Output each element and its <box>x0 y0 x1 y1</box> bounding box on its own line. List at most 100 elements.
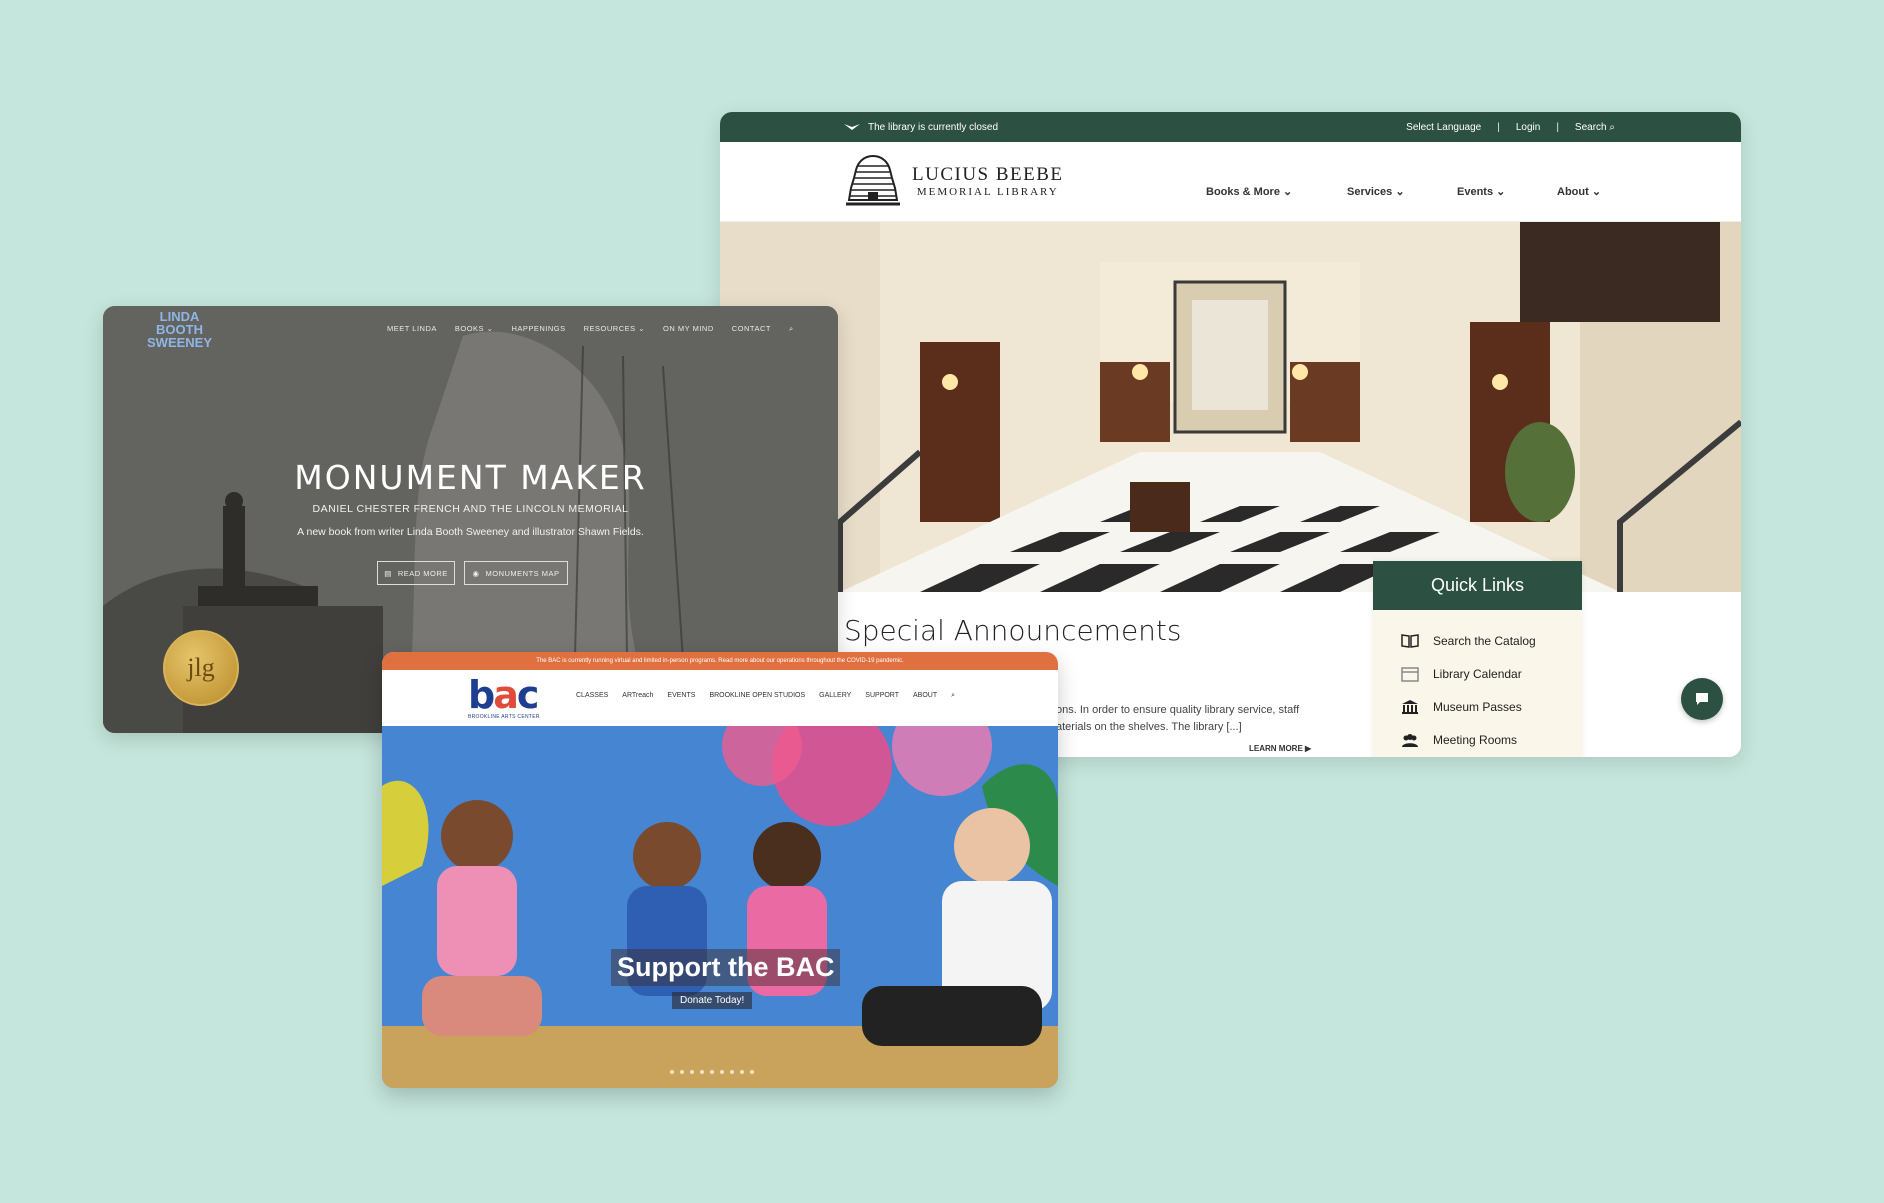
chevron-down-icon: ⌄ <box>1283 186 1293 198</box>
login-link[interactable]: Login <box>1516 122 1540 133</box>
monuments-map-button[interactable]: ◉ MONUMENTS MAP <box>464 561 568 585</box>
announcement-excerpt: ons. In order to ensure quality library … <box>1056 702 1316 736</box>
quick-links-panel: Quick Links Search the Catalog Library C… <box>1373 561 1582 757</box>
quick-links-title: Quick Links <box>1373 561 1582 610</box>
carousel-dot[interactable] <box>670 1070 674 1074</box>
nav-books-more[interactable]: Books & More ⌄ <box>1206 185 1347 198</box>
nav-events[interactable]: EVENTS <box>667 692 695 700</box>
linda-nav: MEET LINDA BOOKS ⌄ HAPPENINGS RESOURCES … <box>387 324 794 334</box>
carousel-dot[interactable] <box>700 1070 704 1074</box>
nav-meet-linda[interactable]: MEET LINDA <box>387 324 437 334</box>
hero-description: A new book from writer Linda Booth Sween… <box>297 526 644 538</box>
divider: | <box>1497 121 1500 133</box>
carousel-dot[interactable] <box>690 1070 694 1074</box>
divider: | <box>1556 121 1559 133</box>
select-language-link[interactable]: Select Language <box>1406 122 1481 133</box>
logo-letter: a <box>493 673 519 717</box>
quick-link-museum-passes[interactable]: Museum Passes <box>1401 690 1582 723</box>
logo-letter: b <box>468 673 495 717</box>
library-top-bar: The library is currently closed Select L… <box>720 112 1741 142</box>
nav-resources[interactable]: RESOURCES ⌄ <box>584 324 645 334</box>
bac-tagline: BROOKLINE ARTS CENTER <box>468 714 540 720</box>
chevron-down-icon: ⌄ <box>486 324 494 333</box>
nav-gallery[interactable]: GALLERY <box>819 692 851 700</box>
bird-icon <box>844 124 860 130</box>
nav-services[interactable]: Services ⌄ <box>1347 185 1457 198</box>
carousel-dot[interactable] <box>680 1070 684 1074</box>
nav-happenings[interactable]: HAPPENINGS <box>511 324 565 334</box>
nav-label: BOOKS <box>454 324 485 333</box>
hero-headline: Support the BAC <box>611 949 841 986</box>
chat-bubble-icon <box>1696 693 1708 705</box>
announcement-line: ons. In order to ensure quality library … <box>1056 704 1300 716</box>
nav-label: Services <box>1347 186 1393 198</box>
library-header: LUCIUS BEEBE MEMORIAL LIBRARY Books & Mo… <box>720 142 1741 222</box>
nav-label: RESOURCES <box>583 324 636 333</box>
globe-icon: ◉ <box>472 568 480 578</box>
bac-nav: CLASSES ARTreach EVENTS BROOKLINE OPEN S… <box>576 692 955 700</box>
carousel-dot[interactable] <box>720 1070 724 1074</box>
quick-link-label: Library Calendar <box>1433 666 1522 681</box>
covid-banner[interactable]: The BAC is currently running virtual and… <box>382 652 1058 670</box>
announcements-title: Special Announcements <box>844 614 1182 647</box>
library-subname: MEMORIAL LIBRARY <box>916 186 1059 198</box>
quick-link-label: Museum Passes <box>1433 699 1522 714</box>
play-arrow-icon: ▶ <box>1305 744 1312 753</box>
learn-more-label: LEARN MORE <box>1249 744 1303 753</box>
nav-on-my-mind[interactable]: ON MY MIND <box>663 324 714 334</box>
carousel-dot[interactable] <box>710 1070 714 1074</box>
calendar-icon <box>1401 666 1419 682</box>
museum-icon <box>1402 699 1418 714</box>
chevron-down-icon: ⌄ <box>1591 186 1602 198</box>
library-logo[interactable]: LUCIUS BEEBE MEMORIAL LIBRARY <box>844 152 1064 210</box>
book-icon: ▤ <box>384 568 392 578</box>
linda-logo[interactable]: LINDA BOOTH SWEENEY <box>147 310 212 349</box>
chevron-down-icon: ⌄ <box>638 324 646 333</box>
quick-link-search-catalog[interactable]: Search the Catalog <box>1401 624 1582 657</box>
bac-logo[interactable]: bac <box>468 673 539 717</box>
read-more-button[interactable]: ▤ READ MORE <box>377 561 455 585</box>
carousel-dot[interactable] <box>740 1070 744 1074</box>
library-status: The library is currently closed <box>844 112 998 142</box>
announcement-line: aterials on the shelves. The library [..… <box>1056 721 1242 733</box>
carousel-dot[interactable] <box>730 1070 734 1074</box>
search-link-label: Search <box>1574 121 1607 133</box>
nav-about[interactable]: ABOUT <box>913 692 937 700</box>
search-link[interactable]: Search ⌕ <box>1575 122 1615 133</box>
nav-brookline-open-studios[interactable]: BROOKLINE OPEN STUDIOS <box>709 692 805 700</box>
hero-subtitle: DANIEL CHESTER FRENCH AND THE LINCOLN ME… <box>312 503 629 515</box>
book-icon <box>1401 633 1419 648</box>
nav-classes[interactable]: CLASSES <box>576 692 608 700</box>
nav-events[interactable]: Events ⌄ <box>1457 185 1557 198</box>
quick-link-library-calendar[interactable]: Library Calendar <box>1401 657 1582 690</box>
search-icon: ⌕ <box>1609 121 1615 133</box>
button-label: READ MORE <box>397 568 448 578</box>
nav-artreach[interactable]: ARTreach <box>622 692 653 700</box>
bac-hero-photo: Support the BAC Donate Today! <box>382 726 1058 1088</box>
nav-contact[interactable]: CONTACT <box>732 324 771 334</box>
carousel-dot[interactable] <box>750 1070 754 1074</box>
learn-more-link[interactable]: LEARN MORE ▶ <box>1249 744 1311 753</box>
library-name: LUCIUS BEEBE <box>912 164 1064 185</box>
quick-link-label: Search the Catalog <box>1433 633 1536 648</box>
carousel-dots <box>670 1070 754 1074</box>
nav-about[interactable]: About ⌄ <box>1557 185 1601 198</box>
nav-label: Books & More <box>1206 186 1280 198</box>
nav-label: About <box>1557 186 1589 198</box>
library-main-nav: Books & More ⌄ Services ⌄ Events ⌄ About… <box>1206 185 1601 198</box>
nav-support[interactable]: SUPPORT <box>865 692 899 700</box>
nav-books[interactable]: BOOKS ⌄ <box>455 324 494 334</box>
seal-text: jlg <box>187 653 215 682</box>
donate-button[interactable]: Donate Today! <box>672 992 753 1009</box>
chat-button[interactable] <box>1681 678 1723 720</box>
quick-link-meeting-rooms[interactable]: Meeting Rooms <box>1401 723 1582 756</box>
quick-link-label: Meeting Rooms <box>1433 732 1518 747</box>
award-seal: jlg <box>163 630 239 706</box>
people-icon <box>1402 733 1418 747</box>
beehive-logo-icon <box>846 154 900 206</box>
bac-header: bac BROOKLINE ARTS CENTER CLASSES ARTrea… <box>382 670 1058 726</box>
search-icon[interactable]: ⌕ <box>951 692 955 700</box>
library-interior-photo <box>720 222 1741 592</box>
search-icon[interactable]: ⌕ <box>789 324 794 334</box>
chevron-down-icon: ⌄ <box>1395 186 1405 198</box>
